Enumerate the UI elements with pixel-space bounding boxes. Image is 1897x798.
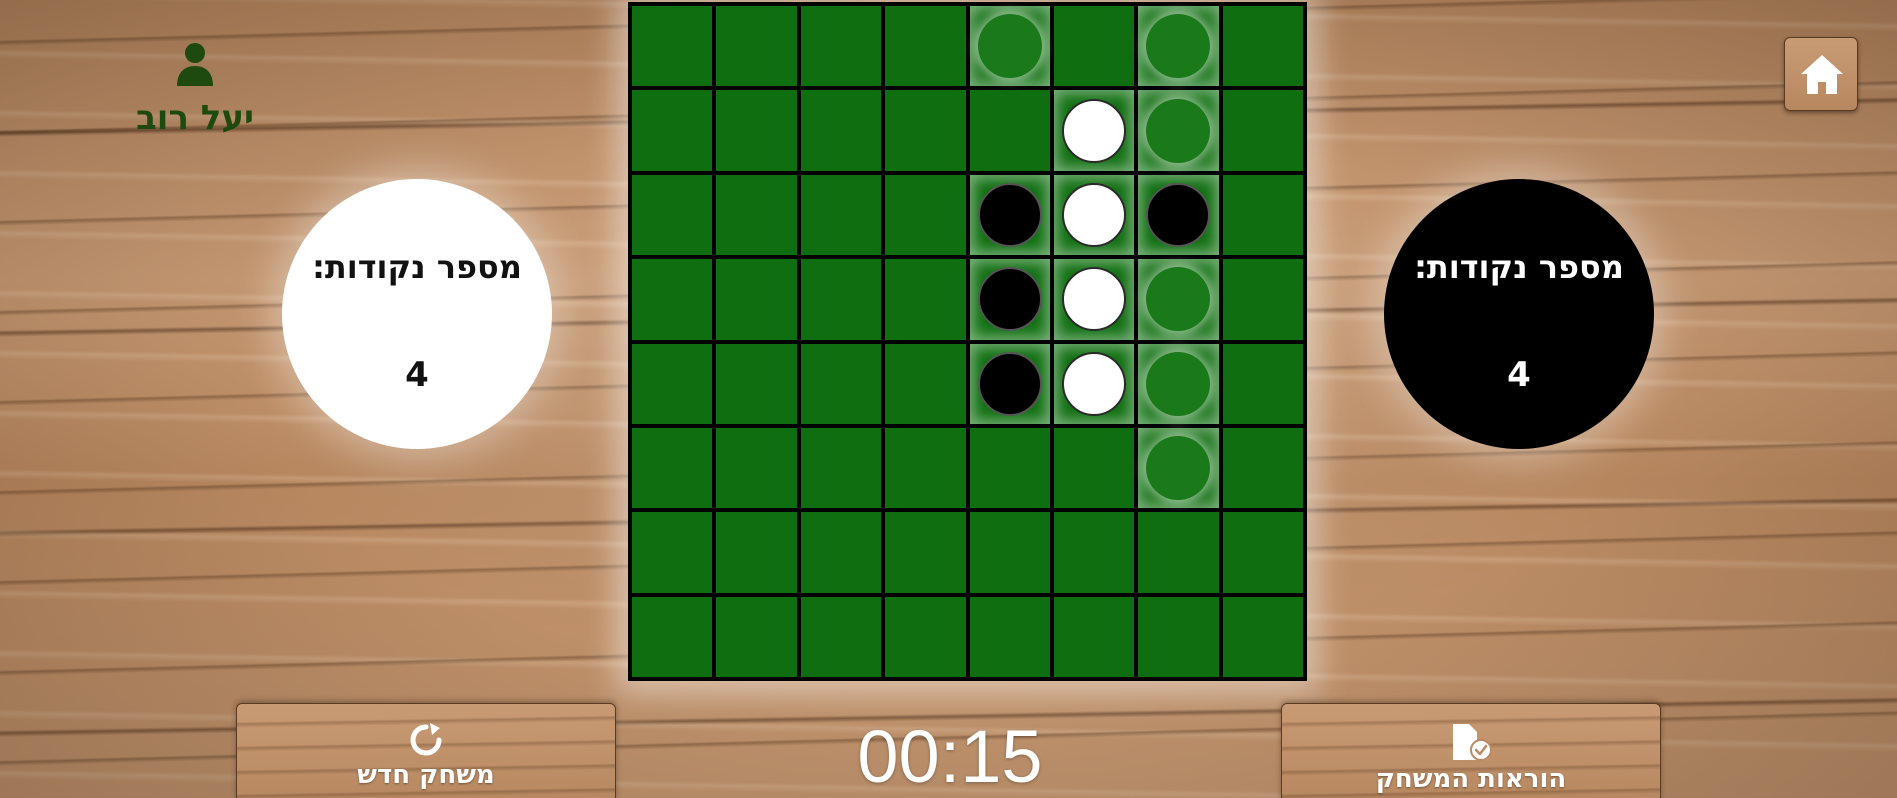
board-cell [969,259,1050,340]
board-cell [800,596,882,677]
black-score-disc: מספר נקודות: 4 [1384,179,1654,449]
board-cell [1138,512,1219,593]
board-cell [1053,512,1135,593]
board-cell[interactable] [1138,90,1219,171]
white-piece [1062,182,1127,247]
board-cell [969,174,1050,256]
board-cell [1222,512,1303,593]
board-cell[interactable] [1138,427,1219,509]
valid-move-marker[interactable] [1146,14,1211,79]
board-cell [800,259,882,340]
black-piece [977,351,1042,416]
board-cell [1222,343,1303,424]
board-cell [1138,174,1219,256]
new-game-button[interactable]: משחק חדש [236,703,616,798]
board-cell [1222,90,1303,171]
board-cell [632,427,713,509]
board-cell [632,174,713,256]
board-cell [969,90,1050,171]
board-cell [716,343,797,424]
board-cell [800,427,882,509]
black-score-value: 4 [1507,355,1531,395]
home-icon [1801,55,1843,94]
board-cell [716,512,797,593]
white-piece [1062,267,1127,332]
board-cell [1222,6,1303,87]
board-cell [1222,174,1303,256]
board-cell [969,596,1050,677]
board-cell [969,343,1050,424]
board-cell [800,6,882,87]
board-cell [716,427,797,509]
board-cell [1222,259,1303,340]
black-piece [977,182,1042,247]
white-score-disc: מספר נקודות: 4 [282,179,552,449]
new-game-label: משחק חדש [357,760,495,790]
board-cell[interactable] [969,6,1050,87]
board-cell [1138,596,1219,677]
game-board [628,2,1307,681]
board-cell [1053,174,1135,256]
board-cell [885,343,966,424]
refresh-icon [410,723,442,756]
board-cell [632,343,713,424]
board-cell [1053,596,1135,677]
board-cell[interactable] [1138,259,1219,340]
board-cell [800,174,882,256]
board-cell [800,343,882,424]
board-cell [885,512,966,593]
board-cell [885,174,966,256]
board-cell [885,427,966,509]
valid-move-marker[interactable] [1146,98,1211,163]
white-piece [1062,98,1127,163]
white-score-value: 4 [405,355,429,395]
player-info: יעל רוב [130,42,260,138]
home-button[interactable] [1784,37,1858,111]
board-cell [885,90,966,171]
instructions-label: הוראות המשחק [1375,764,1567,794]
board-cell[interactable] [1138,6,1219,87]
board-cell [716,174,797,256]
user-icon [177,43,213,86]
board-cell [800,512,882,593]
player-name: יעל רוב [136,98,254,138]
board-cell [969,427,1050,509]
board-cell [885,6,966,87]
board-cell [1053,90,1135,171]
document-check-icon [1453,724,1492,761]
board-cell [885,596,966,677]
board-cell [1222,596,1303,677]
valid-move-marker[interactable] [977,14,1042,79]
board-cell [969,512,1050,593]
game-timer: 00:15 [857,715,1043,798]
board-cell [716,596,797,677]
board-cell [716,90,797,171]
board-cell [885,259,966,340]
board-cell [800,90,882,171]
black-piece [977,267,1042,332]
board-cell [716,6,797,87]
board-cell [716,259,797,340]
board-cell [632,259,713,340]
valid-move-marker[interactable] [1146,267,1211,332]
white-piece [1062,351,1127,416]
board-cell [1053,6,1135,87]
black-piece [1146,182,1211,247]
board-cell [1222,427,1303,509]
board-cell [632,90,713,171]
board-cell [1053,343,1135,424]
board-cell [632,512,713,593]
board-cell [1053,427,1135,509]
board-cell [1053,259,1135,340]
valid-move-marker[interactable] [1146,436,1211,501]
black-score-label: מספר נקודות: [1414,248,1624,286]
instructions-button[interactable]: הוראות המשחק [1281,703,1661,798]
board-cell [632,596,713,677]
board-cell [632,6,713,87]
valid-move-marker[interactable] [1146,351,1211,416]
white-score-label: מספר נקודות: [312,248,522,286]
board-cell[interactable] [1138,343,1219,424]
